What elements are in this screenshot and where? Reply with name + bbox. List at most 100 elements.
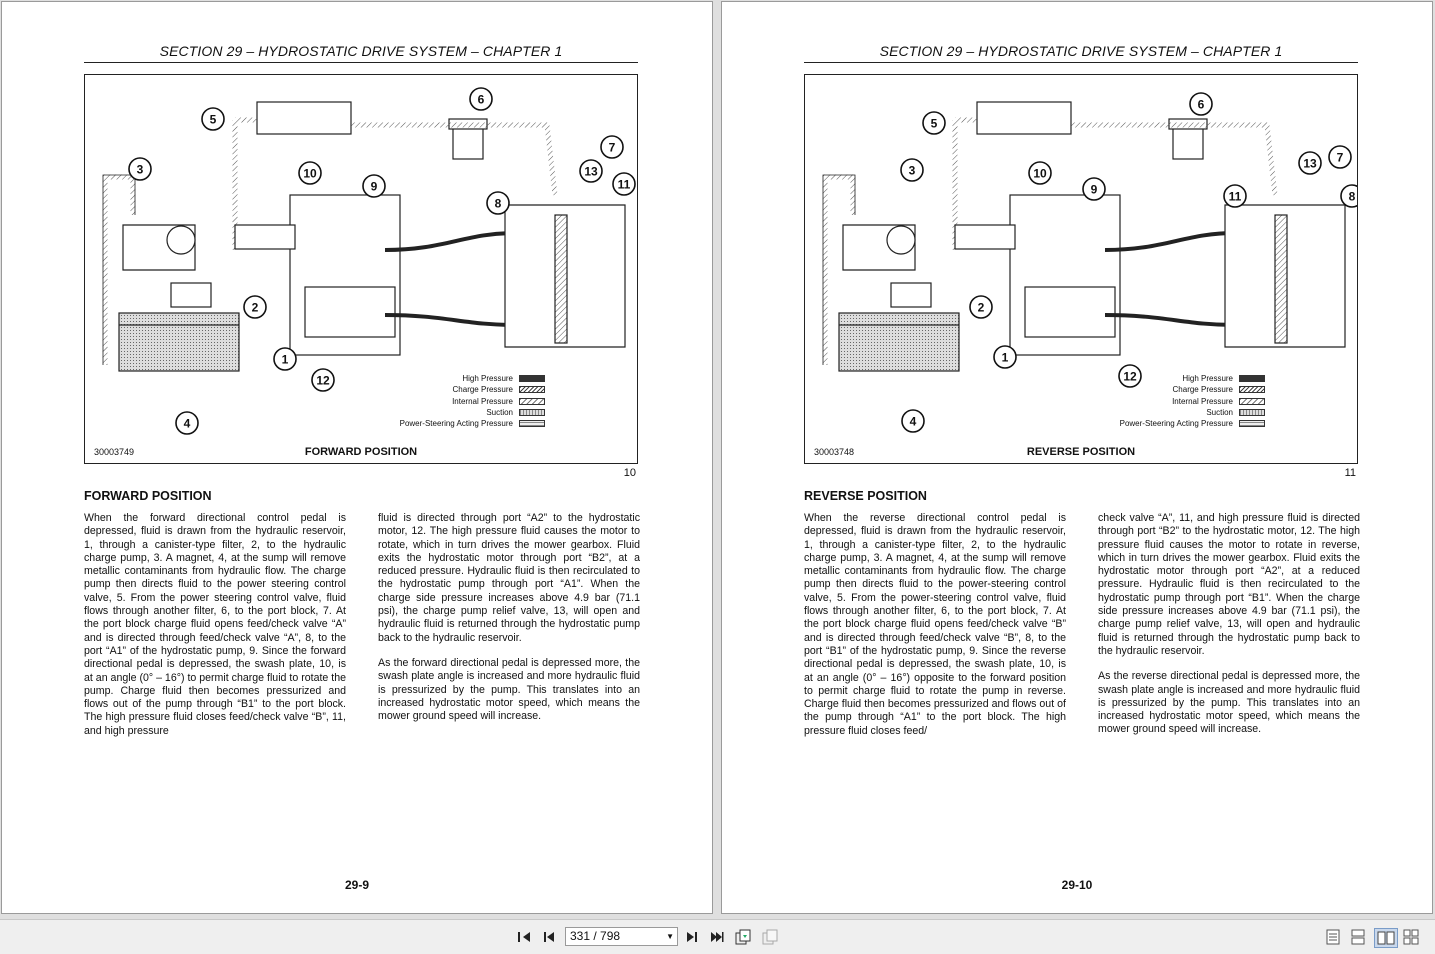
text-column-1: When the forward directional control ped… [84, 512, 346, 750]
svg-text:9: 9 [371, 180, 378, 194]
callout-3: 3 [900, 158, 924, 182]
svg-text:6: 6 [1198, 98, 1205, 112]
callout-3: 3 [128, 157, 152, 181]
svg-text:8: 8 [495, 197, 502, 211]
svg-text:11: 11 [618, 178, 631, 192]
page-number: 29-10 [1061, 878, 1093, 892]
callout-12: 12 [311, 368, 335, 392]
svg-text:10: 10 [1033, 167, 1047, 181]
callout-6: 6 [469, 87, 493, 111]
svg-text:5: 5 [931, 117, 938, 131]
text-column-2: fluid is directed through port “A2” to t… [378, 512, 640, 735]
legend-suction: Suction [1120, 407, 1265, 418]
paragraph: When the forward directional control ped… [84, 512, 346, 737]
svg-text:2: 2 [978, 301, 985, 315]
left-page: SECTION 29 – HYDROSTATIC DRIVE SYSTEM – … [1, 1, 713, 914]
paragraph: check valve “A”, 11, and high pressure f… [1098, 512, 1360, 657]
figure-number: 11 [1344, 467, 1356, 479]
continuous-icon[interactable] [1350, 928, 1366, 946]
callout-5: 5 [201, 107, 225, 131]
callout-7: 7 [600, 135, 624, 159]
page-header: SECTION 29 – HYDROSTATIC DRIVE SYSTEM – … [804, 43, 1358, 63]
diagram-drawing: 12345678910111213 [102, 87, 636, 435]
callout-2: 2 [969, 295, 993, 319]
svg-text:12: 12 [316, 374, 330, 388]
callout-13: 13 [579, 159, 603, 183]
legend-internal-pressure: Internal Pressure [1120, 396, 1265, 407]
legend-suction: Suction [400, 407, 545, 418]
callout-11: 11 [612, 172, 636, 196]
two-page-continuous-icon[interactable] [1403, 928, 1419, 946]
page-number: 29-9 [344, 878, 370, 892]
next-page-icon[interactable] [684, 928, 700, 946]
diagram-drawing: 12345678910111213 [822, 92, 1357, 433]
callout-9: 9 [1082, 177, 1106, 201]
legend-charge-pressure: Charge Pressure [1120, 384, 1265, 395]
svg-text:10: 10 [303, 167, 317, 181]
callout-8: 8 [1340, 184, 1357, 208]
svg-text:8: 8 [1349, 190, 1356, 204]
callout-1: 1 [993, 345, 1017, 369]
legend: High Pressure Charge Pressure Internal P… [400, 373, 545, 429]
svg-text:5: 5 [210, 113, 217, 127]
svg-text:6: 6 [478, 93, 485, 107]
prev-page-icon[interactable] [541, 928, 557, 946]
single-page-icon[interactable] [1325, 928, 1341, 946]
two-page-icon[interactable] [1374, 928, 1398, 948]
schematic [822, 101, 1346, 372]
callout-9: 9 [362, 174, 386, 198]
chevron-down-icon[interactable]: ▼ [666, 928, 674, 945]
callout-8: 8 [486, 191, 510, 215]
page-header: SECTION 29 – HYDROSTATIC DRIVE SYSTEM – … [84, 43, 638, 63]
svg-text:9: 9 [1091, 183, 1098, 197]
callout-11: 11 [1223, 184, 1247, 208]
svg-text:1: 1 [282, 353, 289, 367]
svg-text:3: 3 [137, 163, 144, 177]
figure-caption: FORWARD POSITION [304, 446, 418, 458]
callout-7: 7 [1328, 145, 1352, 169]
paragraph: fluid is directed through port “A2” to t… [378, 512, 640, 644]
figure-caption: REVERSE POSITION [1026, 446, 1136, 458]
svg-text:1: 1 [1002, 351, 1009, 365]
legend-charge-pressure: Charge Pressure [400, 384, 545, 395]
text-column-2: check valve “A”, 11, and high pressure f… [1098, 512, 1360, 749]
text-column-1: When the reverse directional control ped… [804, 512, 1066, 750]
view-mode-icon[interactable] [761, 928, 779, 946]
callout-10: 10 [298, 161, 322, 185]
callout-10: 10 [1028, 161, 1052, 185]
section-title: FORWARD POSITION [84, 489, 212, 503]
legend-power-steering: Power-Steering Acting Pressure [400, 418, 545, 429]
callout-2: 2 [243, 295, 267, 319]
viewer-toolbar: 331 / 798 ▼ [0, 919, 1435, 954]
paragraph: When the reverse directional control ped… [804, 512, 1066, 737]
svg-text:11: 11 [1229, 190, 1242, 204]
callout-1: 1 [273, 347, 297, 371]
rotate-icon[interactable] [734, 928, 752, 946]
page-indicator-input[interactable]: 331 / 798 ▼ [565, 927, 678, 946]
callout-4: 4 [175, 411, 199, 435]
callout-6: 6 [1189, 92, 1213, 116]
right-page: SECTION 29 – HYDROSTATIC DRIVE SYSTEM – … [721, 1, 1433, 914]
svg-text:13: 13 [584, 165, 598, 179]
svg-text:3: 3 [909, 164, 916, 178]
svg-text:7: 7 [1337, 151, 1344, 165]
paragraph: As the reverse directional pedal is depr… [1098, 670, 1360, 736]
hydraulic-diagram-reverse: 1 2 3 4 5 6 7 8 9 10 11 12 13 High Pressure Charge P… [804, 74, 1358, 464]
svg-text:13: 13 [1303, 157, 1317, 171]
paragraph: As the forward directional pedal is depr… [378, 656, 640, 723]
section-title: REVERSE POSITION [804, 489, 927, 503]
legend: High Pressure Charge Pressure Internal P… [1120, 373, 1265, 429]
figure-number: 10 [623, 467, 636, 479]
callout-13: 13 [1298, 151, 1322, 175]
legend-internal-pressure: Internal Pressure [400, 396, 545, 407]
last-page-icon[interactable] [709, 928, 725, 946]
hydraulic-diagram-forward: 1 2 3 4 5 6 7 8 9 10 11 12 13 High Pressure Charge P… [84, 74, 638, 464]
first-page-icon[interactable] [516, 928, 532, 946]
legend-power-steering: Power-Steering Acting Pressure [1120, 418, 1265, 429]
svg-text:4: 4 [184, 417, 191, 431]
svg-text:4: 4 [910, 415, 917, 429]
schematic [102, 101, 626, 372]
svg-text:2: 2 [252, 301, 259, 315]
legend-high-pressure: High Pressure [400, 373, 545, 384]
svg-text:7: 7 [609, 141, 616, 155]
